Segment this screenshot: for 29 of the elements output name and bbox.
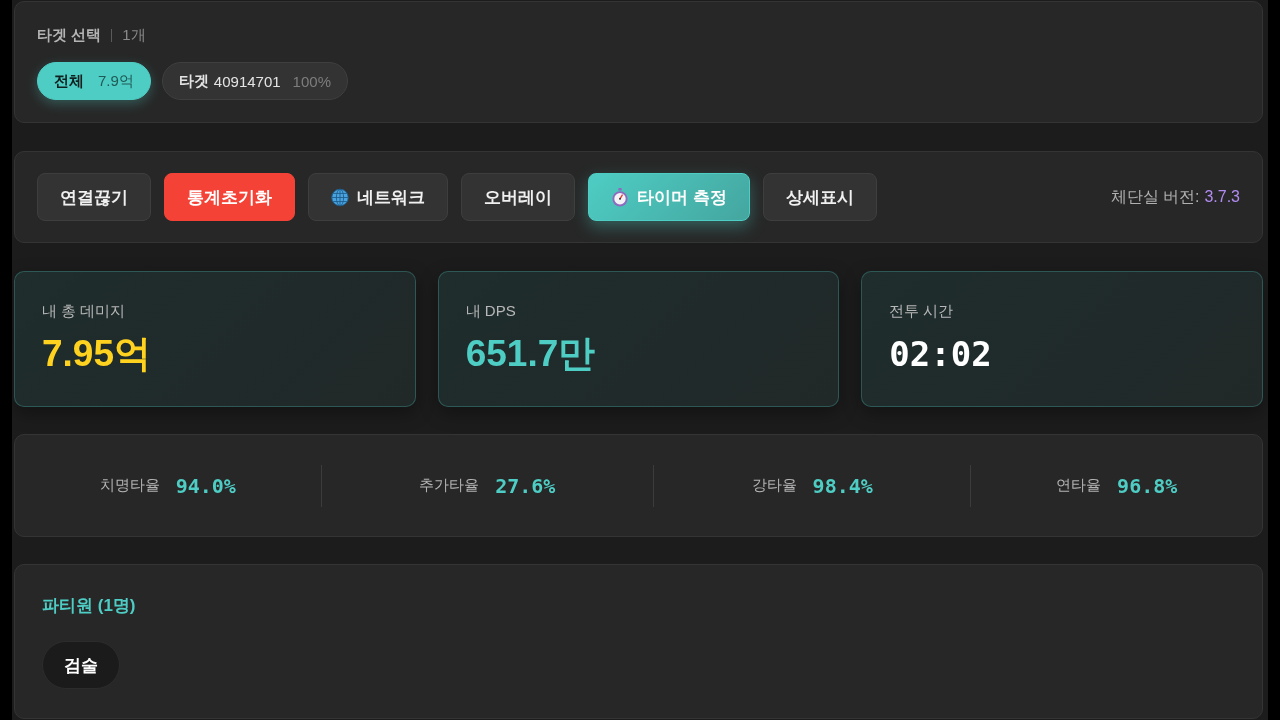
- toolbar-button[interactable]: 상세표시: [762, 173, 877, 221]
- party-title: 파티원 (1명): [42, 595, 136, 617]
- globe-icon: [331, 187, 349, 207]
- rate-value: 27.6%: [495, 473, 556, 498]
- toolbar-button[interactable]: 연결끊기: [37, 173, 151, 221]
- stat-value: 7.95억: [42, 332, 151, 376]
- panel-title: 타겟 선택: [37, 25, 102, 45]
- target-chip[interactable]: 전체 7.9억: [37, 62, 151, 100]
- stopwatch-icon: [611, 187, 629, 207]
- target-count: 1개: [122, 25, 146, 45]
- rate-label: 연타율: [1056, 476, 1102, 495]
- stat-label: 전투 시간: [889, 301, 954, 321]
- stat-label: 내 DPS: [465, 301, 516, 321]
- version-number: 3.7.3: [1204, 188, 1240, 206]
- stat-value: 651.7만: [465, 332, 596, 376]
- rate-label: 추가타율: [419, 476, 480, 495]
- party-member-chip[interactable]: 검술: [42, 641, 120, 689]
- toolbar-button[interactable]: 네트워크: [308, 173, 448, 221]
- stat-label: 내 총 데미지: [42, 301, 126, 321]
- rate-value: 94.0%: [175, 473, 236, 498]
- version-label: 체단실 버전:: [1110, 186, 1200, 207]
- rate-value: 96.8%: [1117, 473, 1178, 498]
- rate-value: 98.4%: [812, 473, 873, 498]
- stat-value: 02:02: [889, 333, 992, 376]
- rate-label: 치명타율: [99, 476, 160, 495]
- target-chip[interactable]: 타겟 40914701 100%: [161, 62, 348, 100]
- rate-label: 강타율: [751, 476, 797, 495]
- reset-button[interactable]: 통계초기화: [164, 173, 295, 221]
- toolbar-button[interactable]: 오버레이: [461, 173, 575, 221]
